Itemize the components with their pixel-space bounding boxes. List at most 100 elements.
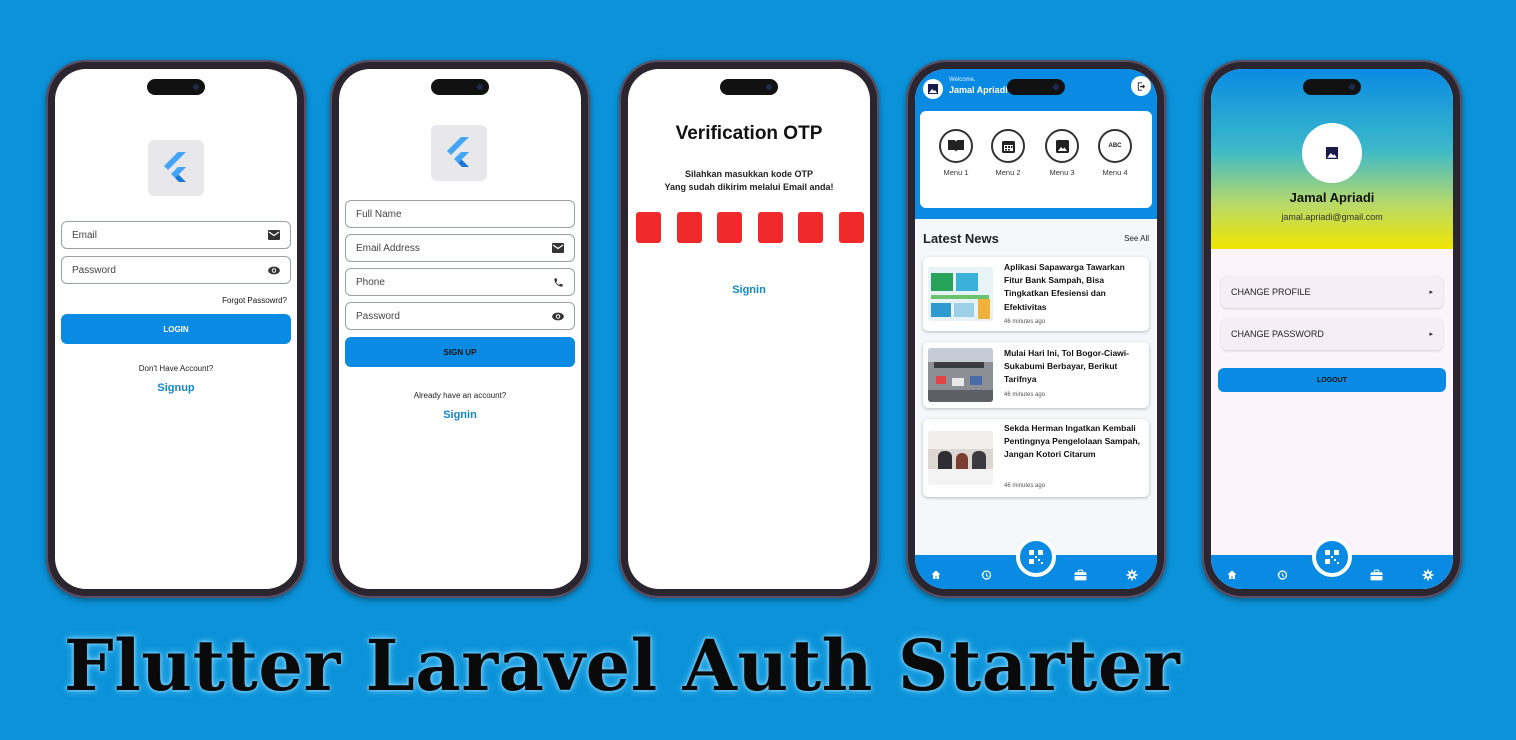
menu-label: Menu 4 (1102, 168, 1128, 177)
otp-input-row (636, 212, 864, 243)
image-icon (928, 84, 938, 94)
qr-scan-button[interactable] (1016, 537, 1056, 577)
qr-icon (1325, 550, 1339, 564)
signup-button[interactable]: SIGN UP (345, 337, 575, 367)
menu-label: Menu 1 (943, 168, 969, 177)
otp-digit-box[interactable] (838, 212, 864, 243)
eye-icon[interactable] (552, 310, 564, 322)
change-password-button[interactable]: CHANGE PASSWORD ▸ (1221, 318, 1443, 350)
otp-digit-box[interactable] (676, 212, 702, 243)
signin-link[interactable]: Signin (339, 409, 581, 421)
dynamic-island (1303, 79, 1361, 95)
image-icon (1045, 129, 1079, 163)
history-icon[interactable] (979, 568, 993, 582)
menu-item-1[interactable]: Menu 1 (934, 129, 978, 177)
change-profile-button[interactable]: CHANGE PROFILE ▸ (1221, 276, 1443, 308)
mail-icon (552, 242, 564, 254)
image-icon (1326, 147, 1338, 159)
otp-digit-box[interactable] (717, 212, 743, 243)
forgot-password-link[interactable]: Forgot Passowrd? (222, 296, 287, 305)
phone-profile: Jamal Apriadi jamal.apriadi@gmail.com CH… (1202, 60, 1462, 598)
password-field[interactable]: Password (345, 302, 575, 330)
otp-instruction-line2: Yang sudah dikirim melalui Email anda! (664, 182, 834, 192)
see-all-link[interactable]: See All (1124, 234, 1149, 243)
flutter-logo-icon (148, 140, 204, 196)
phone-placeholder: Phone (356, 276, 385, 288)
home-icon[interactable] (929, 568, 943, 582)
caret-right-icon: ▸ (1429, 331, 1433, 338)
password-field[interactable]: Password (61, 256, 291, 284)
fullname-placeholder: Full Name (356, 208, 402, 220)
email-field[interactable]: Email Address (345, 234, 575, 262)
calendar-icon (991, 129, 1025, 163)
logout-button[interactable]: LOGOUT (1218, 368, 1446, 392)
flutter-logo-icon (431, 125, 487, 181)
otp-title: Verification OTP (675, 123, 823, 144)
login-button[interactable]: LOGIN (61, 314, 291, 344)
history-icon[interactable] (1275, 568, 1289, 582)
menu-label: Menu 2 (995, 168, 1021, 177)
banner-title: Flutter Laravel Auth Starter (64, 624, 1181, 707)
gear-icon[interactable] (1125, 568, 1139, 582)
dynamic-island (1007, 79, 1065, 95)
news-title: Aplikasi Sapawarga Tawarkan Fitur Bank S… (1004, 262, 1125, 312)
gear-icon[interactable] (1421, 568, 1435, 582)
profile-name: Jamal Apriadi (1289, 190, 1375, 205)
menu-item-3[interactable]: Menu 3 (1040, 129, 1084, 177)
news-thumbnail (928, 267, 993, 321)
eye-icon[interactable] (268, 264, 280, 276)
dynamic-island (720, 79, 778, 95)
news-thumbnail (928, 348, 993, 402)
qr-scan-button[interactable] (1312, 537, 1352, 577)
phone-login: Email Password Forgot Passowrd? LOGIN Do… (46, 60, 306, 598)
avatar[interactable] (923, 79, 943, 99)
latest-news-title: Latest News (923, 231, 999, 246)
logout-icon[interactable] (1131, 76, 1151, 96)
otp-digit-box[interactable] (757, 212, 783, 243)
home-screen: Welcome, Jamal Apriadi Menu 1 Menu 2 Men… (915, 69, 1157, 589)
profile-screen: Jamal Apriadi jamal.apriadi@gmail.com CH… (1211, 69, 1453, 589)
menu-card: Menu 1 Menu 2 Menu 3 ABC Menu 4 (920, 111, 1152, 208)
signup-link[interactable]: Signup (55, 382, 297, 394)
change-password-label: CHANGE PASSWORD (1231, 329, 1324, 339)
menu-label: Menu 3 (1049, 168, 1075, 177)
news-time: 46 minutes ago (1004, 483, 1046, 489)
menu-item-2[interactable]: Menu 2 (986, 129, 1030, 177)
otp-digit-box[interactable] (636, 212, 661, 243)
briefcase-icon[interactable] (1073, 568, 1087, 582)
email-field[interactable]: Email (61, 221, 291, 249)
phone-signup: Full Name Email Address Phone Password S… (330, 60, 590, 598)
dynamic-island (431, 79, 489, 95)
home-icon[interactable] (1225, 568, 1239, 582)
otp-digit-box[interactable] (798, 212, 824, 243)
news-thumbnail (928, 431, 993, 485)
otp-screen: Verification OTP Silahkan masukkan kode … (628, 69, 870, 589)
password-placeholder: Password (356, 310, 400, 322)
fullname-field[interactable]: Full Name (345, 200, 575, 228)
phone-home: Welcome, Jamal Apriadi Menu 1 Menu 2 Men… (906, 60, 1166, 598)
profile-email: jamal.apriadi@gmail.com (1281, 212, 1383, 222)
change-profile-label: CHANGE PROFILE (1231, 287, 1311, 297)
signin-link[interactable]: Signin (628, 284, 870, 296)
otp-instruction-line1: Silahkan masukkan kode OTP (684, 169, 814, 179)
phone-field[interactable]: Phone (345, 268, 575, 296)
news-time: 46 minutes ago (1004, 392, 1046, 398)
have-account-text: Already have an account? (413, 391, 507, 400)
book-icon (939, 129, 973, 163)
login-screen: Email Password Forgot Passowrd? LOGIN Do… (55, 69, 297, 589)
no-account-text: Don't Have Account? (138, 364, 214, 373)
menu-item-4[interactable]: ABC Menu 4 (1093, 129, 1137, 177)
news-card[interactable]: Aplikasi Sapawarga Tawarkan Fitur Bank S… (923, 257, 1149, 331)
password-placeholder: Password (72, 264, 116, 276)
news-card[interactable]: Sekda Herman Ingatkan Kembali Pentingnya… (923, 419, 1149, 497)
qr-icon (1029, 550, 1043, 564)
caret-right-icon: ▸ (1429, 289, 1433, 296)
avatar[interactable] (1302, 123, 1362, 183)
mail-icon (268, 229, 280, 241)
user-name: Jamal Apriadi (949, 85, 1008, 95)
phone-otp: Verification OTP Silahkan masukkan kode … (619, 60, 879, 598)
signup-screen: Full Name Email Address Phone Password S… (339, 69, 581, 589)
phone-icon (552, 276, 564, 288)
news-card[interactable]: Mulai Hari Ini, Tol Bogor-Ciawi-Sukabumi… (923, 342, 1149, 408)
briefcase-icon[interactable] (1369, 568, 1383, 582)
